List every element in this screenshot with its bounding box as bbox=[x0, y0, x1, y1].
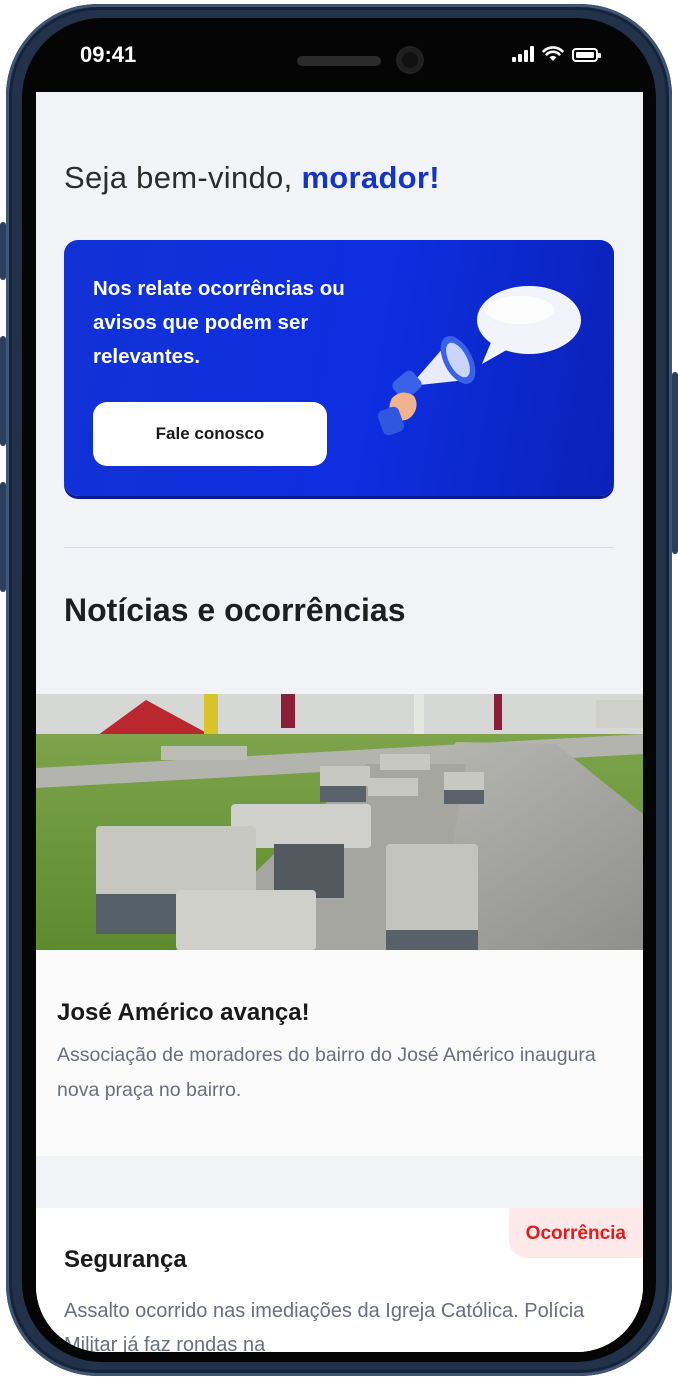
status-icons bbox=[512, 46, 601, 62]
contact-button[interactable]: Fale conosco bbox=[93, 402, 327, 466]
occurrence-badge: Ocorrência bbox=[508, 1208, 643, 1258]
power-button bbox=[672, 372, 678, 554]
app-screen: Seja bem-vindo, morador! Nos relate ocor… bbox=[36, 92, 643, 1352]
volume-down-button bbox=[0, 336, 6, 446]
section-divider bbox=[64, 547, 614, 548]
signal-icon bbox=[512, 46, 534, 62]
contact-banner: Nos relate ocorrências ou avisos que pod… bbox=[64, 240, 614, 496]
news-title: José Américo avança! bbox=[57, 999, 310, 1026]
greeting-name: morador! bbox=[301, 160, 440, 195]
occurrence-card[interactable]: Ocorrência Segurança Assalto ocorrido na… bbox=[36, 1208, 643, 1352]
front-camera bbox=[398, 48, 422, 72]
news-description: Associação de moradores do bairro do Jos… bbox=[57, 1044, 596, 1101]
volume-up-button bbox=[0, 222, 6, 280]
status-time: 09:41 bbox=[80, 42, 137, 67]
greeting-prefix: Seja bem-vindo, bbox=[64, 160, 293, 195]
battery-icon bbox=[572, 48, 601, 62]
megaphone-icon bbox=[377, 286, 581, 436]
section-title: Notícias e ocorrências bbox=[64, 592, 406, 628]
park-square-photo bbox=[36, 694, 643, 950]
wifi-icon bbox=[542, 46, 564, 61]
banner-text: Nos relate ocorrências ou avisos que pod… bbox=[93, 277, 345, 368]
news-card[interactable]: José Américo avança! Associação de morad… bbox=[36, 694, 643, 1156]
speaker-grille bbox=[297, 56, 381, 66]
greeting: Seja bem-vindo, morador! bbox=[64, 160, 440, 196]
occurrence-description: Assalto ocorrido nas imediações da Igrej… bbox=[64, 1300, 585, 1352]
silent-switch bbox=[0, 482, 6, 592]
occurrence-title: Segurança bbox=[64, 1246, 187, 1273]
